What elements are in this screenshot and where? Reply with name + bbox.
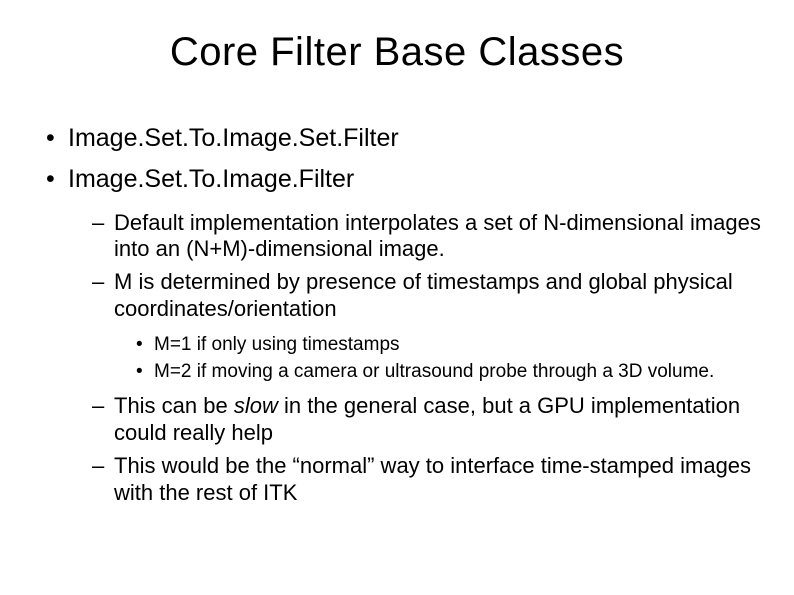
sub-bullet-text: M is determined by presence of timestamp… [114, 269, 733, 321]
bullet-item-2: Image.Set.To.Image.Filter Default implem… [46, 164, 770, 506]
sub-bullet-1: Default implementation interpolates a se… [92, 210, 770, 264]
sub-bullet-text: This would be the “normal” way to interf… [114, 453, 751, 505]
sub-sub-bullet-1: M=1 if only using timestamps [136, 333, 770, 357]
sub-bullet-3: This can be slow in the general case, bu… [92, 393, 770, 447]
sub-sub-bullet-text: M=1 if only using timestamps [154, 334, 400, 355]
sub-bullet-4: This would be the “normal” way to interf… [92, 453, 770, 507]
bullet-text: Image.Set.To.Image.Set.Filter [68, 124, 399, 152]
bullet-item-1: Image.Set.To.Image.Set.Filter [46, 123, 770, 154]
sub-bullet-text: Default implementation interpolates a se… [114, 210, 761, 262]
bullet-text: Image.Set.To.Image.Filter [68, 165, 354, 193]
sub-bullet-text-prefix: This can be [114, 393, 234, 418]
sub-sub-bullet-2: M=2 if moving a camera or ultrasound pro… [136, 360, 770, 384]
sub-sub-bullet-text: M=2 if moving a camera or ultrasound pro… [154, 361, 714, 382]
top-bullet-list: Image.Set.To.Image.Set.Filter Image.Set.… [24, 123, 770, 507]
sub-sub-bullet-list: M=1 if only using timestamps M=2 if movi… [114, 333, 770, 384]
sub-bullet-2: M is determined by presence of timestamp… [92, 269, 770, 383]
sub-bullet-text-italic: slow [234, 393, 278, 418]
sub-bullet-list: Default implementation interpolates a se… [68, 210, 770, 507]
slide-title: Core Filter Base Classes [24, 30, 770, 75]
